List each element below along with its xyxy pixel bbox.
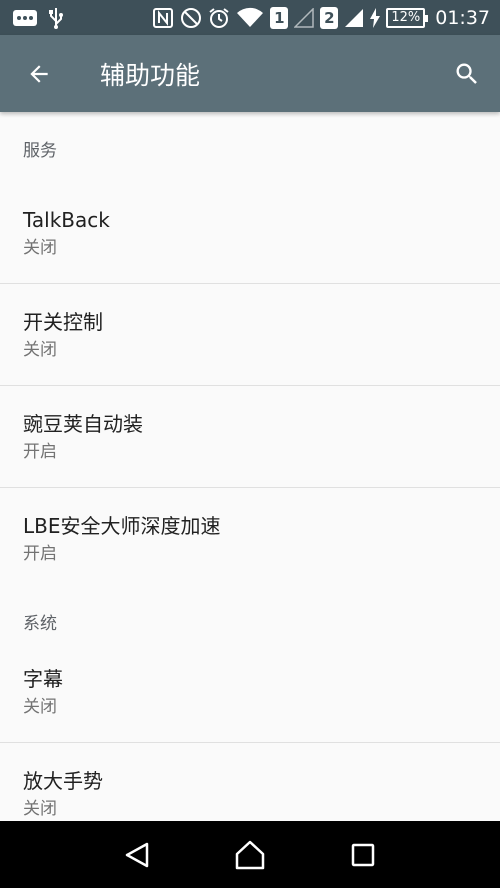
pref-item-lbe-accelerate[interactable]: LBE安全大师深度加速 开启 <box>0 488 500 589</box>
pref-summary: 开启 <box>23 543 57 564</box>
alarm-icon <box>208 7 230 29</box>
arrow-back-icon <box>30 64 48 83</box>
search-button[interactable] <box>434 35 500 112</box>
pref-title: LBE安全大师深度加速 <box>23 513 221 538</box>
pref-title: 豌豆荚自动装 <box>23 411 143 436</box>
status-bar: 1 2 12% 01:37 <box>0 0 500 35</box>
nav-back-icon <box>125 842 148 867</box>
signal-icon <box>294 7 315 28</box>
do-not-disturb-icon <box>180 7 202 29</box>
home-icon <box>235 840 265 869</box>
page-title: 辅助功能 <box>100 60 201 90</box>
section-header-system: 系统 <box>23 614 57 634</box>
wifi-icon <box>236 7 264 29</box>
nfc-icon <box>152 7 174 29</box>
pref-item-talkback[interactable]: TalkBack 关闭 <box>0 182 500 283</box>
status-clock: 01:37 <box>435 6 490 29</box>
section-header-services: 服务 <box>23 141 57 161</box>
back-button[interactable] <box>0 35 78 112</box>
battery-indicator: 12% <box>386 7 429 28</box>
sim2-badge: 2 <box>320 6 339 29</box>
signal-icon <box>344 8 364 28</box>
pref-summary: 关闭 <box>23 798 57 819</box>
nav-home-button[interactable] <box>220 825 280 885</box>
pref-summary: 关闭 <box>23 696 57 717</box>
pref-summary: 开启 <box>23 441 57 462</box>
settings-list: 服务 TalkBack 关闭 开关控制 关闭 豌豆荚自动装 开启 LBE安全大师… <box>0 112 500 821</box>
charging-icon <box>370 7 381 28</box>
pref-title: 放大手势 <box>23 768 103 793</box>
status-left <box>12 7 64 29</box>
pref-summary: 关闭 <box>23 237 57 258</box>
pref-title: 字幕 <box>23 666 63 691</box>
pref-title: TalkBack <box>23 207 110 232</box>
pref-item-wandoujia-autoinstall[interactable]: 豌豆荚自动装 开启 <box>0 386 500 487</box>
sim1-badge: 1 <box>270 6 289 29</box>
search-icon <box>456 63 477 84</box>
nav-recents-button[interactable] <box>333 825 393 885</box>
usb-icon <box>48 7 64 29</box>
app-bar: 辅助功能 <box>0 35 500 112</box>
pref-item-captions[interactable]: 字幕 关闭 <box>0 641 500 742</box>
pref-title: 开关控制 <box>23 309 103 334</box>
notification-icon <box>12 8 38 28</box>
pref-summary: 关闭 <box>23 339 57 360</box>
status-right: 1 2 12% 01:37 <box>152 6 490 29</box>
pref-item-magnification-gestures[interactable]: 放大手势 关闭 <box>0 743 500 821</box>
navigation-bar <box>0 821 500 888</box>
pref-item-switch-access[interactable]: 开关控制 关闭 <box>0 284 500 385</box>
recents-icon <box>352 843 375 866</box>
nav-back-button[interactable] <box>107 825 167 885</box>
